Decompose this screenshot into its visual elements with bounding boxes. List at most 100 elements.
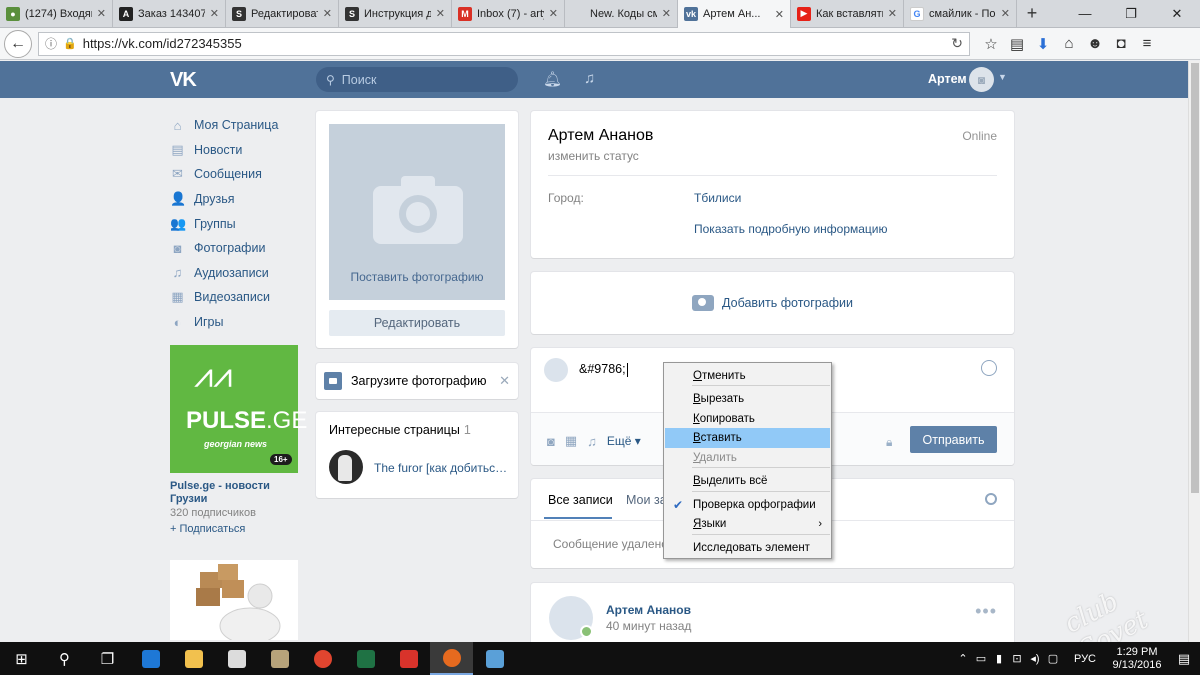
address-bar[interactable]: ⓘ 🔒 https://vk.com/id272345355 ↻ [38,31,970,56]
sidebar-item[interactable]: ◐ Игры [170,310,310,335]
notification-center-icon[interactable]: ▤ [1168,651,1200,667]
sidebar-item[interactable]: ⌂ Моя Страница [170,113,310,138]
browser-tab[interactable]: ● (1274) Входящ... ✕ [0,0,113,27]
post-author-avatar[interactable] [549,596,593,640]
battery-icon[interactable]: ▮ [990,652,1008,665]
attach-video-icon[interactable]: ▦ [565,433,577,449]
browser-tab[interactable]: S Редактироват... ✕ [226,0,339,27]
vk-search-input[interactable]: ⚲ Поиск [316,67,518,92]
search-icon[interactable]: ⚲ [43,642,86,675]
windows-start-icon[interactable]: ⊞ [0,642,43,675]
tab-close-icon[interactable]: ✕ [1001,7,1010,20]
browser-tab[interactable]: M Inbox (7) - arty... ✕ [452,0,565,27]
hamburger-menu-icon[interactable]: ≡ [1134,35,1160,53]
tab-my-posts[interactable]: Мои за [626,493,667,507]
post-time[interactable]: 40 минут назад [606,619,691,633]
app-icon[interactable] [258,642,301,675]
ad-image[interactable] [170,560,298,640]
firefox-icon[interactable] [430,642,473,675]
post-author-name[interactable]: Артем Ананов [606,603,691,617]
post-text-input[interactable]: &#9786; [579,362,628,377]
interesting-pages-title[interactable]: Интересные страницы 1 [329,423,471,437]
context-menu-item[interactable]: Копировать [665,409,830,429]
tab-close-icon[interactable]: ✕ [888,7,897,20]
sidebar-item[interactable]: 👥 Группы [170,211,310,236]
page-avatar[interactable] [329,450,363,484]
url-text[interactable]: https://vk.com/id272345355 [83,36,242,51]
show-more-info-link[interactable]: Показать подробную информацию [694,222,888,236]
close-icon[interactable]: ✕ [499,373,510,389]
chrome-icon[interactable] [301,642,344,675]
page-scrollbar[interactable] [1188,61,1200,642]
tab-close-icon[interactable]: ✕ [775,8,784,21]
music-note-icon[interactable]: ♫ [584,70,595,87]
close-window-icon[interactable]: ✕ [1154,0,1200,27]
send-button[interactable]: Отправить [910,426,997,453]
attach-audio-icon[interactable]: ♫ [587,434,597,449]
network-icon[interactable]: ⊡ [1008,652,1026,665]
maximize-icon[interactable]: ❐ [1108,0,1154,27]
task-view-icon[interactable]: ❐ [86,642,129,675]
tab-close-icon[interactable]: ✕ [662,7,671,20]
browser-tab[interactable]: vk Артем Ан... ✕ [678,0,791,28]
reload-icon[interactable]: ↻ [951,35,963,52]
browser-tab[interactable]: ▶ Как вставлять... ✕ [791,0,904,27]
home-icon[interactable]: ⌂ [1056,35,1082,53]
tab-close-icon[interactable]: ✕ [323,7,332,20]
chat-icon[interactable]: ☻ [1082,35,1108,53]
volume-icon[interactable]: ◂) [1026,652,1044,665]
tab-close-icon[interactable]: ✕ [97,7,106,20]
yandex-icon[interactable] [387,642,430,675]
sidebar-item[interactable]: ▤ Новости [170,138,310,163]
paint-icon[interactable] [473,642,516,675]
context-menu-item[interactable]: Вырезать [665,389,830,409]
edit-status-link[interactable]: изменить статус [548,149,639,163]
browser-tab[interactable]: S Инструкция д... ✕ [339,0,452,27]
tab-close-icon[interactable]: ✕ [210,7,219,20]
sidebar-item[interactable]: ✉ Сообщения [170,162,310,187]
message-icon[interactable]: ▢ [1044,652,1062,665]
context-menu-item[interactable]: ✔ Проверка орфографии [665,495,830,515]
edit-profile-button[interactable]: Редактировать [329,310,505,336]
more-attachments-button[interactable]: Ещё ▾ [607,434,641,448]
header-avatar[interactable]: ◙ [969,67,994,92]
pocket-icon[interactable]: ◘ [1108,35,1134,53]
context-menu-item[interactable]: Отменить [665,366,830,386]
reading-list-icon[interactable]: ▤ [1004,35,1030,53]
group-promo-image[interactable]: ⩘⩘ PULSE.GE georgian news 16+ [170,345,307,473]
monitor-icon[interactable]: ▭ [972,652,990,665]
sidebar-item[interactable]: ♫ Аудиозаписи [170,261,310,286]
context-menu-item[interactable]: Исследовать элемент [665,538,830,558]
excel-icon[interactable] [344,642,387,675]
language-indicator[interactable]: РУС [1074,653,1096,665]
browser-tab[interactable]: A Заказ 1434079... ✕ [113,0,226,27]
browser-tab[interactable]: New. Коды смайл... ✕ [565,0,678,27]
city-link[interactable]: Тбилиси [694,191,741,205]
attach-photo-icon[interactable]: ◙ [547,434,555,449]
context-menu-item[interactable]: Вставить [665,428,830,448]
store-icon[interactable] [215,642,258,675]
context-menu-item[interactable]: Языки › [665,514,830,534]
upload-photo-notice[interactable]: Загрузите фотографию ✕ [316,363,518,399]
back-button[interactable]: ← [4,29,32,58]
tab-all-posts[interactable]: Все записи [548,493,613,507]
sidebar-item[interactable]: 👤 Друзья [170,187,310,212]
browser-tab[interactable]: Gсмайлик - По... ✕ [904,0,1017,27]
header-user-name[interactable]: Артем [928,72,967,86]
emoji-icon[interactable] [981,360,997,376]
minimize-icon[interactable]: — [1062,0,1108,27]
chevron-down-icon[interactable]: ▼ [998,72,1007,82]
chevron-up-icon[interactable]: ⌃ [954,652,972,665]
bookmark-star-icon[interactable]: ☆ [978,35,1004,53]
add-photos-card[interactable]: Добавить фотографии [531,272,1014,334]
download-icon[interactable]: ⬇ [1030,35,1056,53]
group-promo-name[interactable]: Pulse.ge - новости Грузии [170,480,298,506]
tab-close-icon[interactable]: ✕ [549,7,558,20]
post-more-icon[interactable]: ••• [975,601,997,622]
vk-logo[interactable]: VK [170,69,197,92]
file-explorer-icon[interactable] [172,642,215,675]
sidebar-item[interactable]: ◙ Фотографии [170,236,310,261]
info-icon[interactable]: ⓘ [45,35,57,52]
edge-browser-icon[interactable] [129,642,172,675]
subscribe-link[interactable]: + Подписаться [170,523,245,535]
